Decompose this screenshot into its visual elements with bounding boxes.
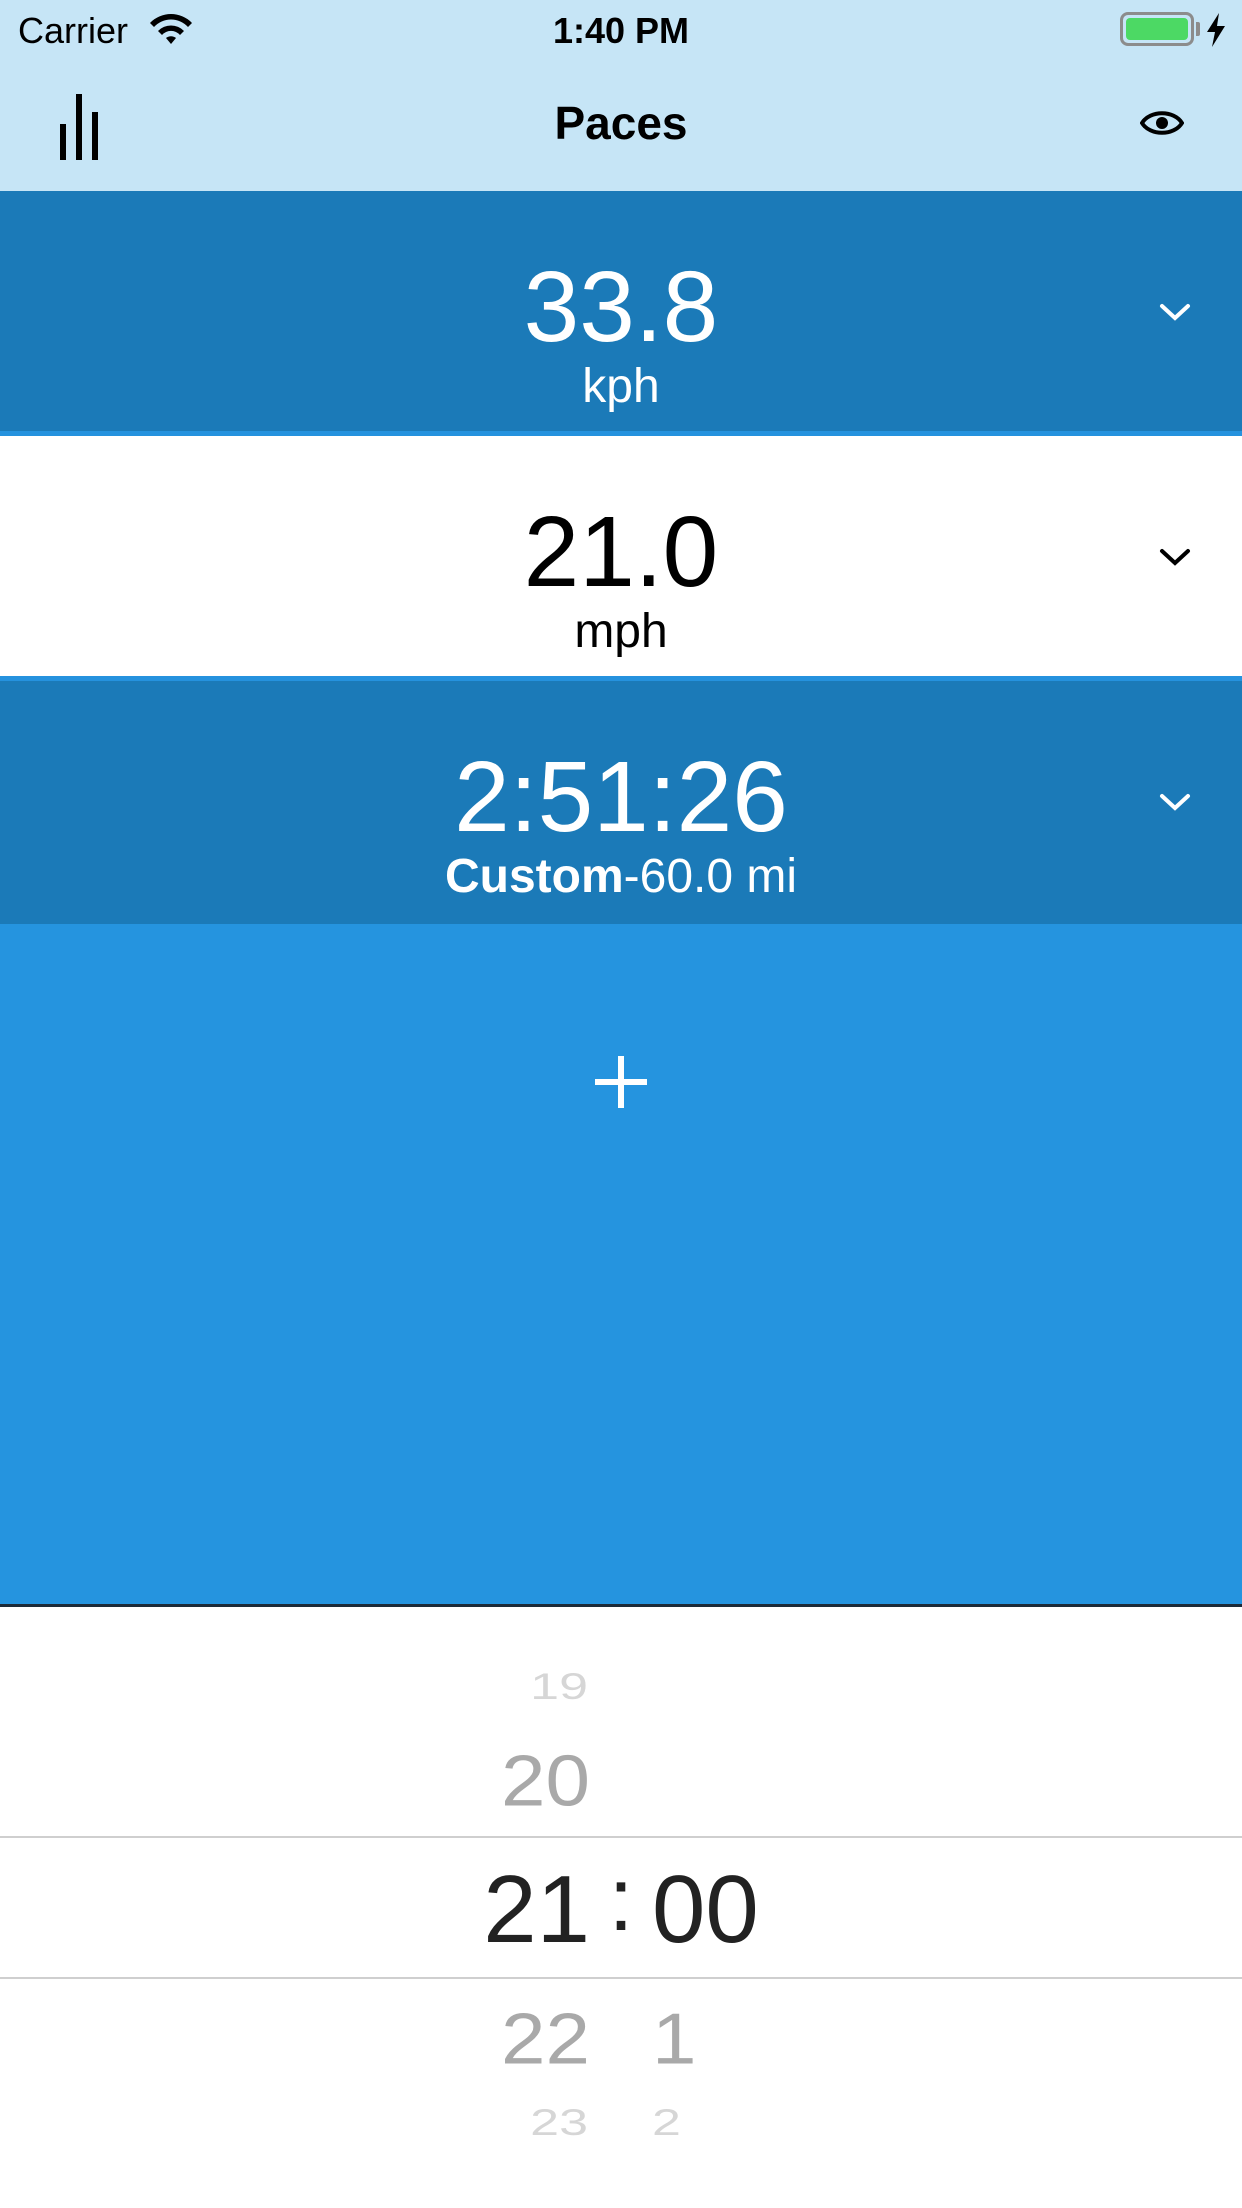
picker-hour-option[interactable]: 20 xyxy=(440,1740,590,1823)
picker-separator: : xyxy=(608,1850,634,1950)
chevron-down-icon[interactable] xyxy=(1158,546,1192,568)
battery-fill xyxy=(1126,18,1188,40)
pace-unit: kph xyxy=(582,360,660,413)
picker-selection-line xyxy=(0,1836,1242,1838)
pace-unit: mph xyxy=(574,605,668,658)
picker-hour-selected[interactable]: 21 xyxy=(438,1855,590,1965)
battery-tip xyxy=(1196,22,1200,36)
battery-icon xyxy=(1120,12,1194,46)
pace-row-mph[interactable]: 21.0 mph xyxy=(0,436,1242,681)
picker-hour-option[interactable]: 19 xyxy=(440,1665,588,1708)
pace-row-kph[interactable]: 33.8 kph xyxy=(0,191,1242,436)
charging-bolt-icon xyxy=(1207,13,1225,47)
pace-value: 33.8 xyxy=(523,251,719,363)
plus-icon[interactable] xyxy=(591,1052,651,1112)
picker-hour-option[interactable]: 23 xyxy=(440,2101,588,2144)
picker-minute-selected[interactable]: 00 xyxy=(652,1855,802,1965)
picker-hour-option[interactable]: 22 xyxy=(440,1998,590,2081)
time-picker[interactable]: 19 20 21 : 00 22 1 23 2 xyxy=(0,1607,1242,2208)
picker-minute-option[interactable]: 2 xyxy=(652,2101,802,2144)
pace-unit-label: Custom-60.0 mi xyxy=(0,851,1242,903)
eye-icon[interactable] xyxy=(1140,106,1184,140)
pace-value: 2:51:26 xyxy=(454,741,788,853)
picker-minute-option[interactable]: 1 xyxy=(652,1998,802,2081)
chevron-down-icon[interactable] xyxy=(1158,791,1192,813)
status-time: 1:40 PM xyxy=(552,10,690,51)
pace-value: 21.0 xyxy=(523,496,719,608)
page-title: Paces xyxy=(554,97,688,149)
top-bar: Carrier 1:40 PM Paces xyxy=(0,0,1242,191)
pace-unit-bold: Custom xyxy=(444,850,624,903)
pace-row-custom[interactable]: 2:51:26 Custom-60.0 mi xyxy=(0,681,1242,924)
pace-unit: -60.0 mi xyxy=(623,850,798,903)
chevron-down-icon[interactable] xyxy=(1158,301,1192,323)
add-pace-area[interactable] xyxy=(0,924,1242,1605)
picker-selection-line xyxy=(0,1977,1242,1979)
